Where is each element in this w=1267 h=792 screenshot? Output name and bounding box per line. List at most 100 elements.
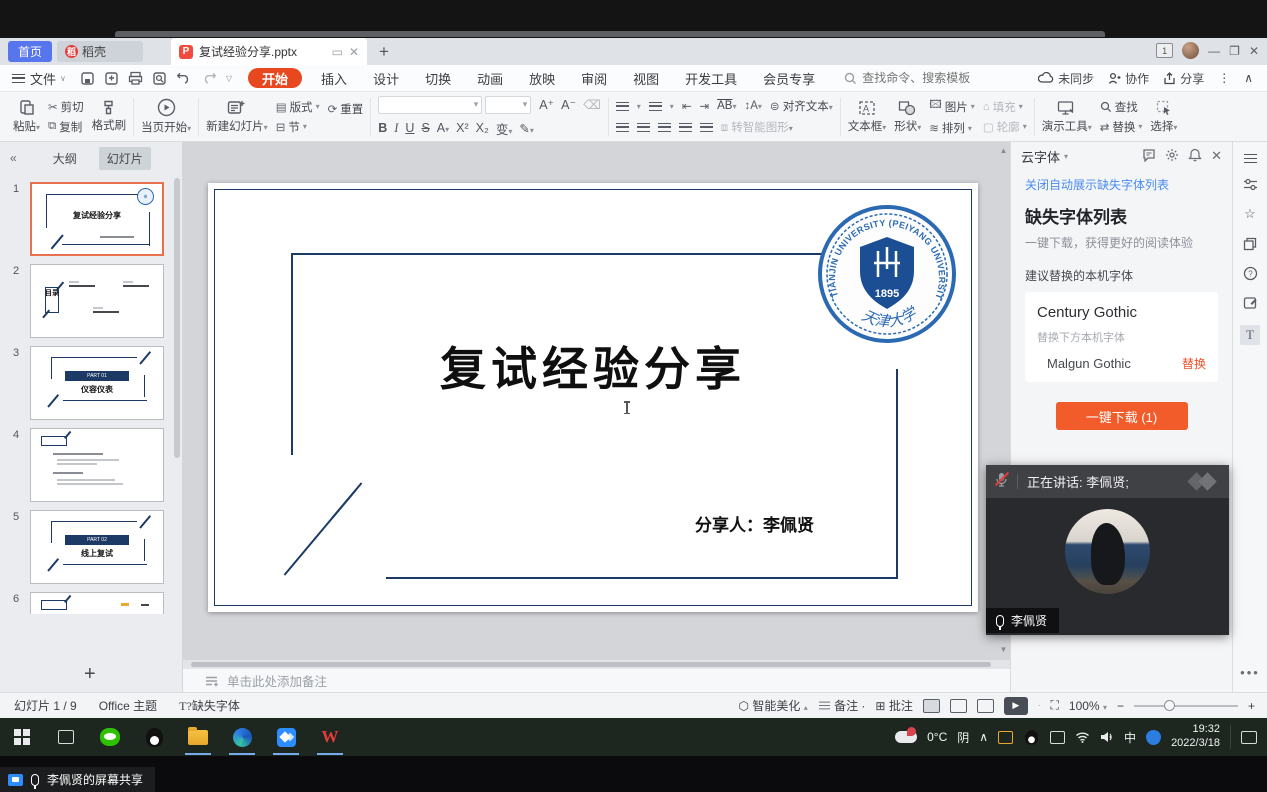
tab-home[interactable]: 首页 [8,41,52,62]
notification-center-icon[interactable] [1241,731,1257,744]
align-left-icon[interactable] [616,123,629,132]
tab-document[interactable]: P 复试经验分享.pptx ▭ ✕ [171,38,367,65]
strikethrough-button[interactable]: S [421,121,429,135]
clock[interactable]: 19:32 2022/3/18 [1171,723,1220,751]
play-from-current-button[interactable]: 当页开始▾ [141,98,191,135]
phonetic-button[interactable]: 变▾ [496,119,513,138]
tab-docer[interactable]: 稻 稻壳 [57,41,143,62]
redo-icon[interactable] [201,71,217,85]
feedback-edit-icon[interactable] [1243,296,1258,310]
bold-button[interactable]: B [378,121,387,135]
restore-button[interactable]: ❐ [1229,44,1240,58]
slide-thumbnail-6[interactable] [30,592,164,614]
paste-button[interactable]: 粘贴▾ [13,99,40,134]
device-tray-icon[interactable] [1050,731,1065,744]
feedback-bubble-icon[interactable] [1142,148,1156,162]
file-explorer-icon[interactable] [176,718,220,756]
bell-icon[interactable] [1188,148,1202,162]
menu-devtools[interactable]: 开发工具 [672,69,750,88]
menu-design[interactable]: 设计 [360,69,412,88]
line-spacing-icon[interactable]: ↕A▾ [744,100,761,112]
weather-desc[interactable]: 阴 [957,729,969,746]
replace-button[interactable]: ⇄替换▾ [1100,119,1143,135]
copy-window-icon[interactable] [1243,237,1257,251]
copy-button[interactable]: ⧉复制 [48,119,84,135]
decrease-indent-icon[interactable]: ⇤ [682,99,692,113]
comments-button[interactable]: ⊞ 批注 [875,697,912,714]
qat-caret-icon[interactable]: ▽ [226,74,232,83]
tencent-meeting-icon[interactable] [264,718,308,756]
menu-icon[interactable] [12,74,25,83]
increase-indent-icon[interactable]: ⇥ [699,99,709,113]
task-view-button[interactable] [44,718,88,756]
clear-format-icon[interactable]: ⌫ [583,97,601,112]
shapes-button[interactable]: 形状▾ [894,100,921,134]
superscript-button[interactable]: X² [456,121,469,135]
speaker-icon[interactable] [1100,731,1114,743]
minimize-button[interactable]: — [1208,44,1220,58]
zoom-level[interactable]: 100% ▾ [1069,699,1107,713]
menu-file[interactable]: 文件 [30,69,56,88]
slide-thumbnail-1[interactable]: ⊕ 复试经验分享 [30,182,164,256]
edge-browser-icon[interactable] [220,718,264,756]
menu-member[interactable]: 会员专享 [750,69,828,88]
more-menu-icon[interactable]: ⋮ [1218,71,1230,85]
slide-thumbnail-4[interactable] [30,428,164,502]
wifi-icon[interactable] [1075,731,1090,743]
slide-thumbnail-3[interactable]: PART 01 仪容仪表 [30,346,164,420]
align-center-icon[interactable] [637,123,650,132]
user-avatar[interactable] [1182,42,1199,59]
picture-button[interactable]: 🖾图片▾ [929,97,975,116]
favorites-star-icon[interactable]: ☆ [1244,206,1256,222]
defender-shield-icon[interactable] [1146,730,1161,745]
print-preview-icon[interactable] [152,71,167,86]
download-all-button[interactable]: 一键下载 (1) [1056,402,1188,430]
new-tab-button[interactable]: + [379,42,389,62]
slide-presenter[interactable]: 分享人：李佩贤 [695,511,814,536]
output-icon[interactable] [104,71,119,86]
weather-icon[interactable] [895,731,917,743]
zoom-slider[interactable] [1134,705,1238,707]
more-tools-icon[interactable]: ••• [1240,665,1260,680]
slide-thumbnail-2[interactable]: 目录 [30,264,164,338]
comment-mode-icon[interactable]: ▭ [332,45,343,59]
cut-button[interactable]: ✂剪切 [48,99,84,115]
collaborate-button[interactable]: 协作 [1108,70,1149,87]
increase-font-icon[interactable]: A⁺ [539,97,554,112]
present-tools-button[interactable]: 演示工具▾ [1042,100,1092,134]
print-icon[interactable] [128,71,143,86]
collapse-panel-button[interactable]: « [10,151,17,165]
menu-transition[interactable]: 切换 [412,69,464,88]
save-icon[interactable] [80,71,95,86]
rail-menu-icon[interactable] [1244,154,1257,163]
menu-start[interactable]: 开始 [248,68,302,88]
fill-button[interactable]: ⌂填充▾ [983,99,1027,115]
play-options-caret[interactable]: · [1038,701,1041,710]
tab-slides[interactable]: 幻灯片 [99,147,151,170]
fit-window-icon[interactable]: ⛶ [1051,698,1059,713]
meeting-header[interactable]: 正在讲话: 李佩贤; [986,465,1229,498]
adjust-sliders-icon[interactable] [1243,178,1258,191]
panel-caret-icon[interactable]: ▾ [1064,152,1068,161]
task-window-badge[interactable]: 1 [1156,43,1173,58]
command-search[interactable] [844,71,1012,85]
align-right-icon[interactable] [658,123,671,132]
tray-expand-icon[interactable]: ∧ [979,730,988,744]
menu-slideshow[interactable]: 放映 [516,69,568,88]
outline-button[interactable]: ▢轮廓▾ [983,119,1027,135]
tab-outline[interactable]: 大纲 [45,147,85,170]
close-document-icon[interactable]: ✕ [349,45,359,59]
subscript-button[interactable]: X₂ [476,121,489,135]
search-input[interactable] [862,71,1012,85]
qq-icon[interactable] [132,718,176,756]
menu-animation[interactable]: 动画 [464,69,516,88]
zoom-slider-knob[interactable] [1164,700,1175,711]
distribute-icon[interactable] [700,123,713,132]
weather-temp[interactable]: 0°C [927,730,947,744]
notes-bar[interactable]: 单击此处添加备注 [183,668,1010,692]
text-box-button[interactable]: A 文本框▾ [848,100,887,134]
decrease-font-icon[interactable]: A⁻ [561,97,576,112]
reading-view-icon[interactable] [977,699,994,713]
font-color-button[interactable]: A▾ [437,121,449,135]
missing-font-status[interactable]: T?缺失字体 [179,697,240,714]
